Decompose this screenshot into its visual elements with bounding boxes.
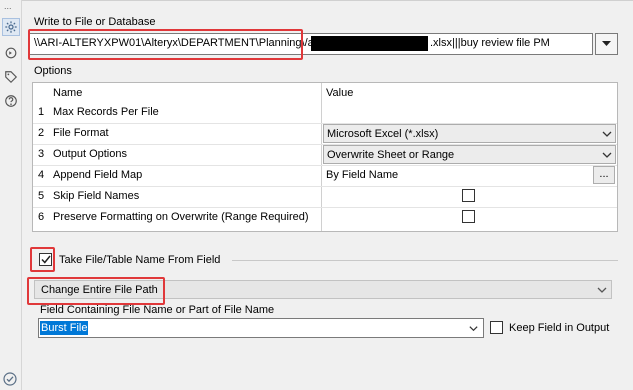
rail-more-dots[interactable]: ... [4, 2, 18, 11]
keep-field-in-output-checkbox[interactable] [490, 321, 503, 334]
annotation-checkbox-highlight [30, 247, 55, 272]
output-path-suffix: .xlsx|||buy review file PM [430, 37, 550, 49]
annotation-path-highlight [28, 29, 303, 60]
file-format-select[interactable]: Microsoft Excel (*.xlsx) [323, 124, 616, 143]
row-number: 4 [38, 169, 45, 181]
top-divider [22, 0, 633, 1]
option-row-output-options[interactable]: 3 Output Options Overwrite Sheet or Rang… [33, 144, 617, 165]
row-number: 1 [38, 106, 45, 118]
append-field-map-value: By Field Name [326, 169, 399, 181]
option-name: Max Records Per File [53, 106, 159, 118]
field-select-value: Burst File [40, 321, 89, 335]
annotation-change-path-highlight [27, 277, 165, 305]
redaction-bar [311, 36, 428, 51]
keep-field-in-output-label: Keep Field in Output [509, 322, 610, 334]
skip-field-names-checkbox[interactable] [462, 189, 475, 202]
chevron-down-icon [602, 41, 611, 46]
options-title: Options [34, 65, 72, 77]
option-row-append-field-map[interactable]: 4 Append Field Map By Field Name ... [33, 165, 617, 186]
option-name: Append Field Map [53, 169, 143, 181]
row-number: 5 [38, 190, 45, 202]
options-grid: Name Value 1 Max Records Per File 2 File… [32, 82, 618, 232]
preserve-formatting-checkbox[interactable] [462, 210, 475, 223]
row-number: 6 [38, 211, 45, 223]
status-check-icon [3, 372, 17, 386]
output-options-select[interactable]: Overwrite Sheet or Range [323, 145, 616, 164]
column-header-name: Name [53, 87, 83, 99]
take-name-from-field-label: Take File/Table Name From Field [59, 254, 221, 266]
row-number: 3 [38, 148, 45, 160]
row-number: 2 [38, 127, 45, 139]
write-to-file-title: Write to File or Database [34, 16, 156, 28]
column-header-value: Value [326, 87, 354, 99]
field-map-ellipsis-button[interactable]: ... [593, 166, 615, 184]
option-row-skip-field-names[interactable]: 5 Skip Field Names [33, 186, 617, 207]
option-name: Preserve Formatting on Overwrite (Range … [53, 211, 309, 223]
gear-icon[interactable] [2, 18, 20, 36]
file-format-value: Microsoft Excel (*.xlsx) [327, 128, 439, 140]
option-name: Skip Field Names [53, 190, 140, 202]
path-dropdown-button[interactable] [595, 33, 618, 55]
output-options-value: Overwrite Sheet or Range [327, 149, 455, 161]
group-divider [232, 260, 618, 261]
field-containing-name-label: Field Containing File Name or Part of Fi… [40, 304, 275, 316]
chevron-down-icon [469, 326, 478, 332]
help-icon[interactable] [2, 92, 20, 110]
refresh-icon[interactable] [2, 44, 20, 62]
option-name: File Format [53, 127, 109, 139]
option-row-max-records[interactable]: 1 Max Records Per File [33, 102, 617, 123]
option-name: Output Options [53, 148, 127, 160]
chevron-down-icon [602, 131, 612, 137]
chevron-down-icon [602, 152, 612, 158]
chevron-down-icon [597, 287, 607, 293]
tag-icon[interactable] [2, 68, 20, 86]
field-select[interactable] [38, 318, 484, 338]
option-row-file-format[interactable]: 2 File Format Microsoft Excel (*.xlsx) [33, 123, 617, 144]
option-row-preserve-formatting[interactable]: 6 Preserve Formatting on Overwrite (Rang… [33, 207, 617, 228]
